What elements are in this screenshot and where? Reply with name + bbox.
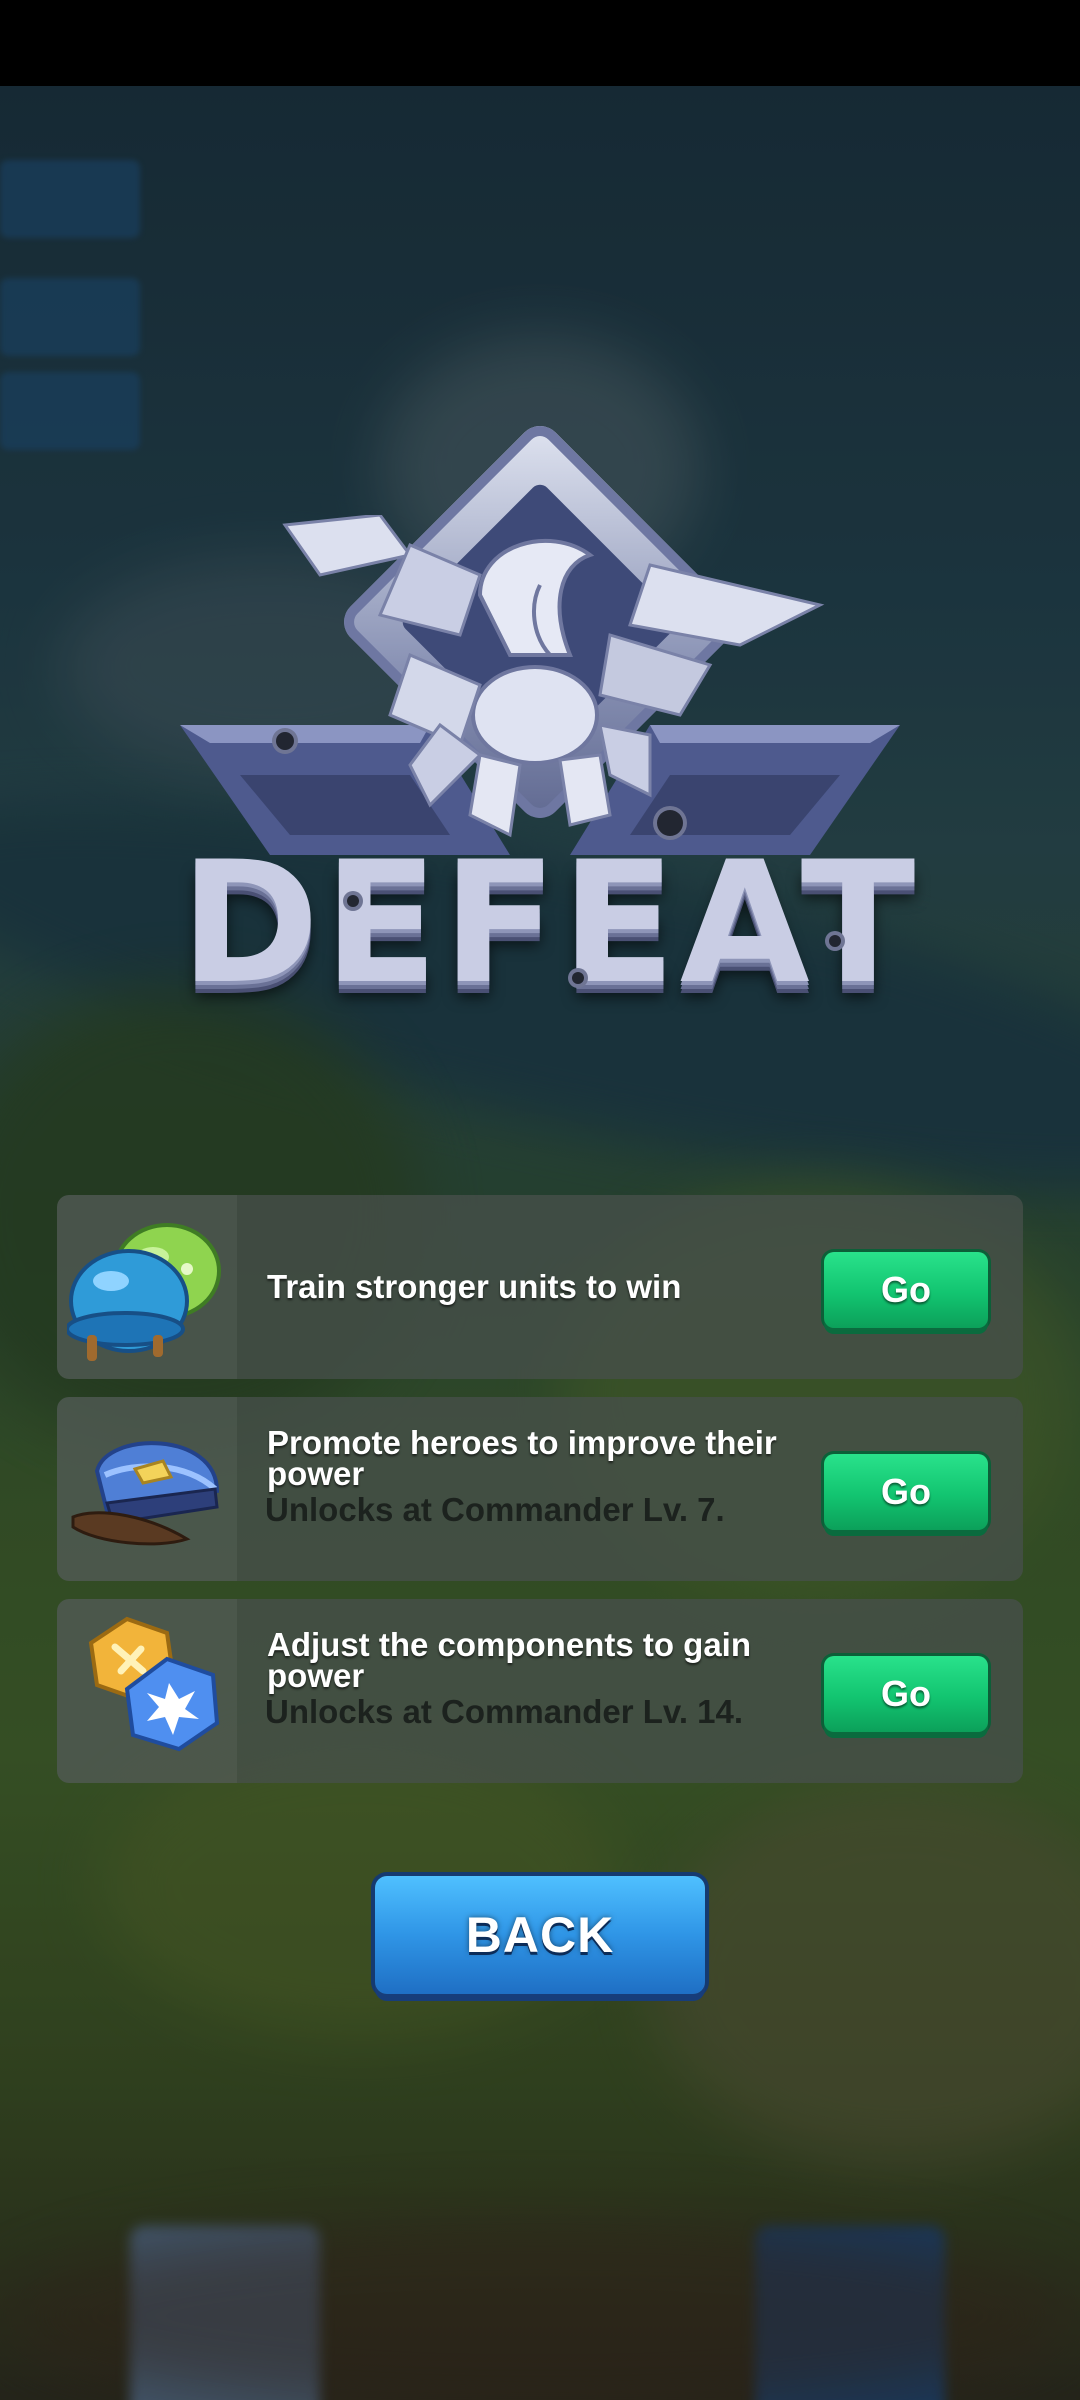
tip-card-promote-heroes: Promote heroes to improve their power Un… <box>57 1397 1023 1581</box>
defeat-emblem: DEFEAT <box>180 416 920 1035</box>
shattered-helmet-icon <box>282 515 825 838</box>
go-button-promote-heroes[interactable]: Go <box>824 1454 988 1530</box>
unlock-requirement: Unlocks at Commander Lv. 7. <box>265 1491 725 1528</box>
helmets-icon <box>67 1223 221 1361</box>
status-bar <box>0 0 1080 86</box>
tip-card-adjust-components: Adjust the components to gain power Unlo… <box>57 1599 1023 1783</box>
components-icon <box>88 1616 220 1752</box>
tip-title: Promote heroes to improve their power <box>267 1424 777 1492</box>
back-button[interactable]: BACK <box>375 1876 705 1994</box>
tip-title: Train stronger units to win <box>267 1268 682 1305</box>
tip-title: Adjust the components to gain power <box>267 1626 751 1694</box>
tip-card-train-units: Train stronger units to win Go <box>57 1195 1023 1379</box>
unlock-requirement: Unlocks at Commander Lv. 14. <box>265 1693 744 1730</box>
go-button-train-units[interactable]: Go <box>824 1252 988 1328</box>
go-button-adjust-components[interactable]: Go <box>824 1656 988 1732</box>
officer-cap-icon <box>71 1441 220 1546</box>
defeat-title: DEFEAT <box>180 825 920 1021</box>
